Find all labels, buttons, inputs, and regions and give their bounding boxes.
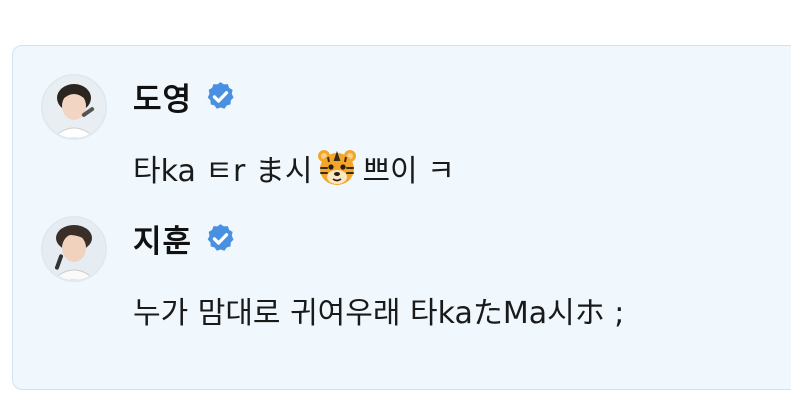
- message-text-part: 쁘이 ㅋ: [362, 154, 455, 189]
- avatar[interactable]: [41, 74, 107, 140]
- message-text-part: 타ka ㅌr ま시: [133, 154, 313, 189]
- chat-card: 도영 타ka ㅌr ま시 쁘이 ㅋ 지훈 누가 맘대로 귀여우래 타kaたMa시…: [12, 45, 791, 390]
- author-name[interactable]: 지훈: [133, 216, 192, 261]
- verified-badge-icon: [207, 81, 234, 109]
- avatar-image: [43, 218, 105, 280]
- author-name[interactable]: 도영: [133, 74, 192, 119]
- avatar-image: [43, 76, 105, 138]
- message-text: 누가 맘대로 귀여우래 타kaたMa시ホ ;: [133, 296, 625, 331]
- tiger-face-emoji: [318, 150, 357, 185]
- avatar[interactable]: [41, 216, 107, 282]
- message-text: 타ka ㅌr ま시 쁘이 ㅋ: [133, 146, 455, 190]
- verified-badge-icon: [207, 223, 234, 251]
